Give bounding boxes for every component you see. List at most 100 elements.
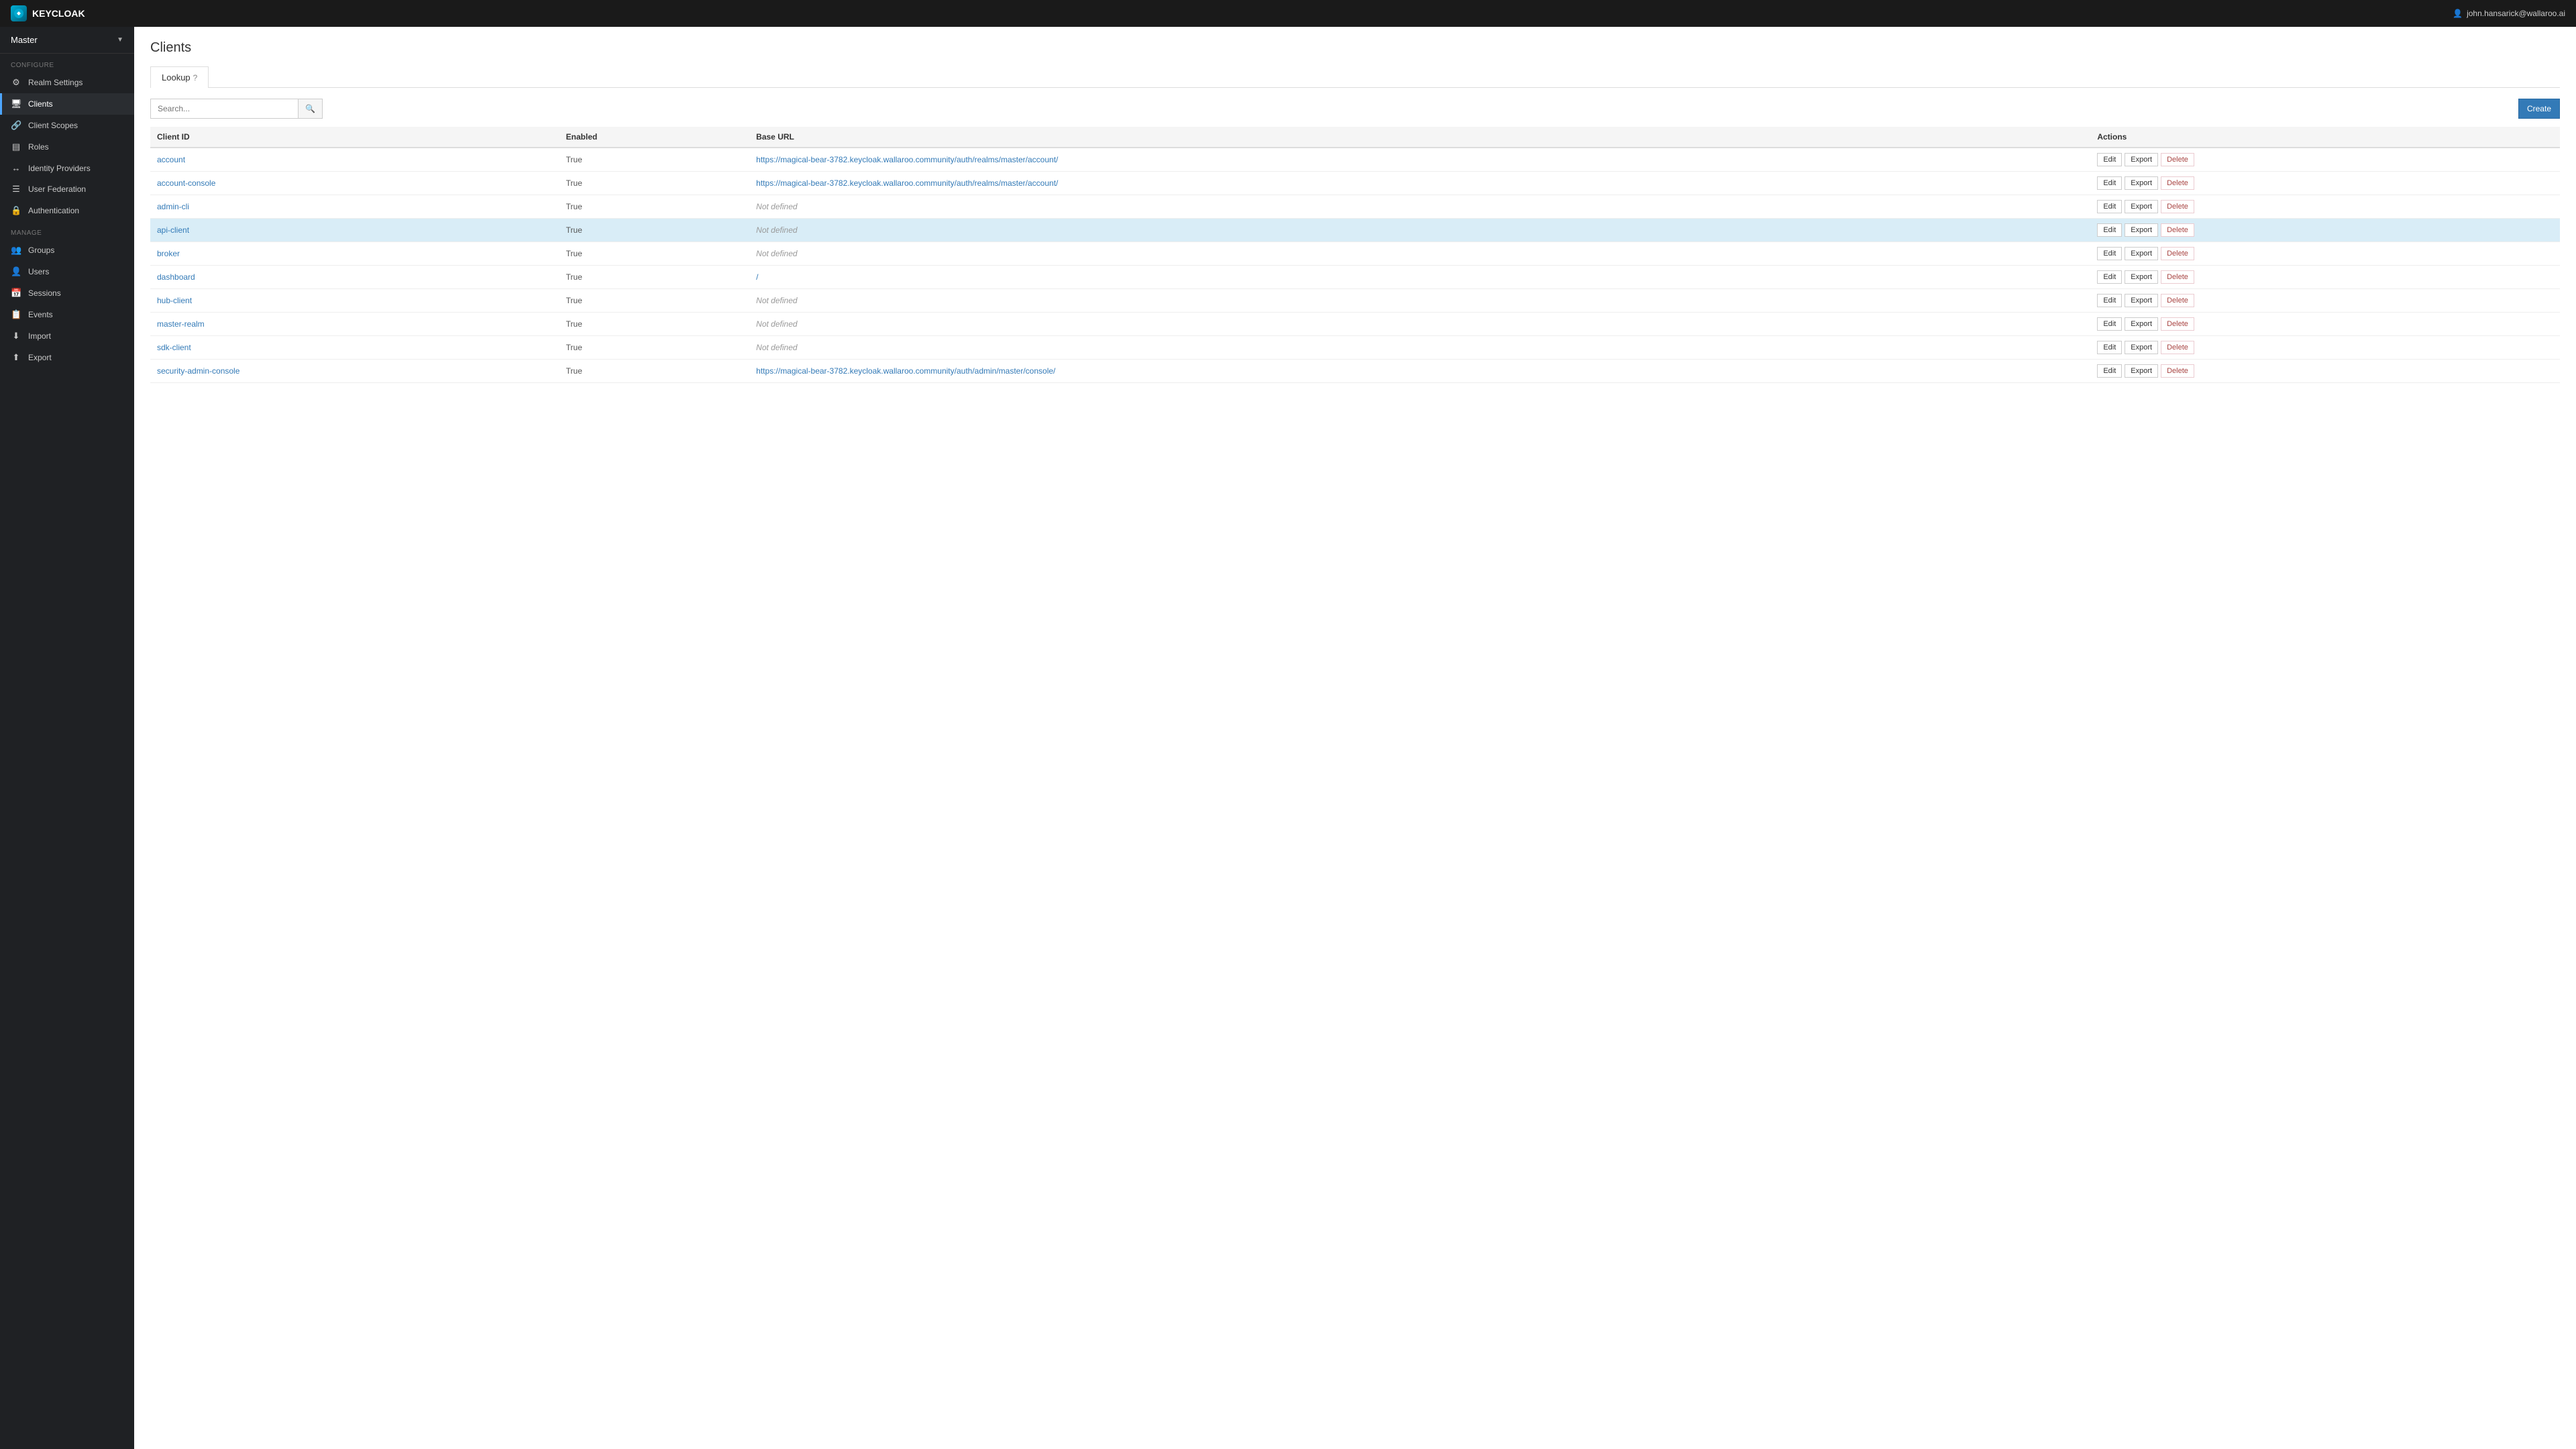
- table-row: master-realmTrueNot definedEditExportDel…: [150, 313, 2560, 336]
- client-id-link[interactable]: security-admin-console: [157, 366, 239, 376]
- sidebar-item-realm-settings[interactable]: ⚙ Realm Settings: [0, 72, 134, 93]
- edit-button[interactable]: Edit: [2097, 200, 2122, 213]
- sidebar-item-clients[interactable]: 🖥 Clients: [0, 93, 134, 115]
- sidebar-item-label: Realm Settings: [28, 78, 83, 87]
- edit-button[interactable]: Edit: [2097, 341, 2122, 354]
- app-body: Master ▼ Configure ⚙ Realm Settings 🖥 Cl…: [0, 27, 2576, 1449]
- client-id-link[interactable]: account: [157, 155, 185, 164]
- enabled-cell: True: [559, 266, 750, 289]
- search-input[interactable]: [150, 99, 298, 119]
- export-button[interactable]: Export: [2125, 341, 2158, 354]
- edit-button[interactable]: Edit: [2097, 364, 2122, 378]
- col-client-id: Client ID: [150, 127, 559, 148]
- tab-lookup[interactable]: Lookup ?: [150, 66, 209, 88]
- create-button[interactable]: Create: [2518, 99, 2560, 119]
- delete-button[interactable]: Delete: [2161, 270, 2194, 284]
- base-url-link[interactable]: https://magical-bear-3782.keycloak.walla…: [756, 155, 1058, 164]
- delete-button[interactable]: Delete: [2161, 200, 2194, 213]
- export-button[interactable]: Export: [2125, 153, 2158, 166]
- base-url-text: Not defined: [749, 313, 2090, 336]
- actions-cell: EditExportDelete: [2090, 219, 2560, 242]
- sidebar-item-client-scopes[interactable]: 🔗 Client Scopes: [0, 115, 134, 136]
- sidebar-item-export[interactable]: ⬆ Export: [0, 347, 134, 368]
- sidebar-item-events[interactable]: 📋 Events: [0, 304, 134, 325]
- sidebar-item-label: Import: [28, 331, 51, 341]
- edit-button[interactable]: Edit: [2097, 153, 2122, 166]
- export-button[interactable]: Export: [2125, 317, 2158, 331]
- user-email: john.hansarick@wallaroo.ai: [2467, 9, 2565, 18]
- export-button[interactable]: Export: [2125, 364, 2158, 378]
- actions-cell: EditExportDelete: [2090, 172, 2560, 195]
- delete-button[interactable]: Delete: [2161, 317, 2194, 331]
- export-button[interactable]: Export: [2125, 176, 2158, 190]
- sidebar-item-label: Sessions: [28, 288, 61, 298]
- actions-cell: EditExportDelete: [2090, 313, 2560, 336]
- enabled-cell: True: [559, 242, 750, 266]
- realm-settings-icon: ⚙: [11, 77, 21, 88]
- edit-button[interactable]: Edit: [2097, 270, 2122, 284]
- edit-button[interactable]: Edit: [2097, 247, 2122, 260]
- sidebar-item-groups[interactable]: 👥 Groups: [0, 239, 134, 261]
- delete-button[interactable]: Delete: [2161, 294, 2194, 307]
- chevron-down-icon: ▼: [117, 36, 123, 44]
- client-id-link[interactable]: sdk-client: [157, 343, 191, 352]
- base-url-text: Not defined: [749, 336, 2090, 360]
- base-url-link[interactable]: https://magical-bear-3782.keycloak.walla…: [756, 178, 1058, 188]
- users-icon: 👤: [11, 266, 21, 277]
- brand[interactable]: KEYCLOAK: [11, 5, 85, 21]
- table-row: sdk-clientTrueNot definedEditExportDelet…: [150, 336, 2560, 360]
- actions-cell: EditExportDelete: [2090, 336, 2560, 360]
- client-id-link[interactable]: dashboard: [157, 272, 195, 282]
- table-row: broker TrueNot defined EditExportDelete: [150, 242, 2560, 266]
- base-url-link[interactable]: /: [756, 272, 758, 282]
- table-row: accountTruehttps://magical-bear-3782.key…: [150, 148, 2560, 172]
- client-id-link[interactable]: hub-client: [157, 296, 192, 305]
- base-url-text: Not defined: [749, 242, 2090, 266]
- actions-cell: EditExportDelete: [2090, 195, 2560, 219]
- tab-help-icon: ?: [193, 73, 198, 83]
- edit-button[interactable]: Edit: [2097, 176, 2122, 190]
- client-id-link[interactable]: api-client: [157, 225, 189, 235]
- export-button[interactable]: Export: [2125, 247, 2158, 260]
- export-button[interactable]: Export: [2125, 223, 2158, 237]
- sidebar-item-authentication[interactable]: 🔒 Authentication: [0, 200, 134, 221]
- enabled-cell: True: [559, 219, 750, 242]
- client-id-link[interactable]: admin-cli: [157, 202, 189, 211]
- delete-button[interactable]: Delete: [2161, 223, 2194, 237]
- sidebar-item-sessions[interactable]: 📅 Sessions: [0, 282, 134, 304]
- sidebar-item-import[interactable]: ⬇ Import: [0, 325, 134, 347]
- delete-button[interactable]: Delete: [2161, 176, 2194, 190]
- client-id-link[interactable]: account-console: [157, 178, 215, 188]
- table-row: hub-clientTrueNot definedEditExportDelet…: [150, 289, 2560, 313]
- realm-selector[interactable]: Master ▼: [0, 27, 134, 54]
- roles-icon: ▤: [11, 142, 21, 152]
- delete-button[interactable]: Delete: [2161, 364, 2194, 378]
- edit-button[interactable]: Edit: [2097, 223, 2122, 237]
- sidebar: Master ▼ Configure ⚙ Realm Settings 🖥 Cl…: [0, 27, 134, 1449]
- delete-button[interactable]: Delete: [2161, 153, 2194, 166]
- delete-button[interactable]: Delete: [2161, 341, 2194, 354]
- sidebar-item-users[interactable]: 👤 Users: [0, 261, 134, 282]
- edit-button[interactable]: Edit: [2097, 317, 2122, 331]
- edit-button[interactable]: Edit: [2097, 294, 2122, 307]
- client-id-link[interactable]: broker: [157, 249, 180, 258]
- import-icon: ⬇: [11, 331, 21, 341]
- sidebar-item-user-federation[interactable]: ☰ User Federation: [0, 178, 134, 200]
- export-button[interactable]: Export: [2125, 270, 2158, 284]
- client-id-link[interactable]: master-realm: [157, 319, 205, 329]
- enabled-cell: True: [559, 313, 750, 336]
- export-button[interactable]: Export: [2125, 294, 2158, 307]
- user-menu[interactable]: 👤 john.hansarick@wallaroo.ai: [2453, 9, 2565, 18]
- search-create-row: 🔍 Create: [150, 99, 2560, 119]
- enabled-cell: True: [559, 360, 750, 383]
- delete-button[interactable]: Delete: [2161, 247, 2194, 260]
- realm-name: Master: [11, 35, 38, 45]
- search-button[interactable]: 🔍: [298, 99, 323, 119]
- sidebar-item-roles[interactable]: ▤ Roles: [0, 136, 134, 158]
- base-url-link[interactable]: https://magical-bear-3782.keycloak.walla…: [756, 366, 1055, 376]
- sidebar-item-label: Client Scopes: [28, 121, 78, 130]
- col-enabled: Enabled: [559, 127, 750, 148]
- table-row: dashboard True / EditExportDelete: [150, 266, 2560, 289]
- sidebar-item-identity-providers[interactable]: ↔ Identity Providers: [0, 158, 134, 178]
- export-button[interactable]: Export: [2125, 200, 2158, 213]
